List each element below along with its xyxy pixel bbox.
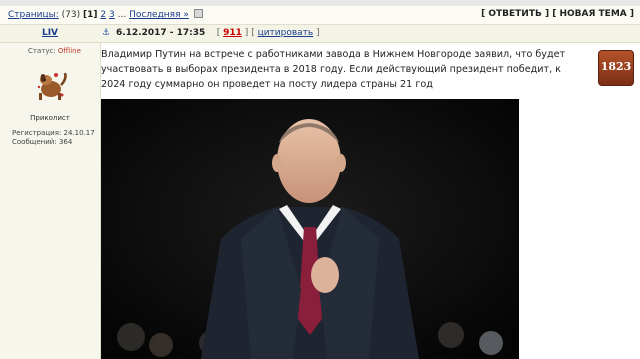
posts-count: 364 <box>58 138 73 146</box>
dog-avatar-icon <box>37 72 67 100</box>
new-topic-button[interactable]: [ НОВАЯ ТЕМА ] <box>552 9 634 19</box>
post-body: Владимир Путин на встрече с работниками … <box>101 43 640 359</box>
badge-number: 1823 <box>600 60 632 73</box>
reg-label: Регистрация: <box>12 129 62 137</box>
post-header: LIV ⚓ 6.12.2017 - 17:35 [ 911 ] [ цитиро… <box>0 25 640 43</box>
page-link-2[interactable]: 2 <box>100 10 106 20</box>
quote-close: ] <box>316 28 320 38</box>
rank-badge: 1823 <box>598 50 634 86</box>
status-label: Статус: <box>28 47 56 55</box>
post-date: 6.12.2017 - 17:35 <box>115 28 206 38</box>
last-page-link[interactable]: Последняя » <box>129 10 189 20</box>
reply-button[interactable]: [ ОТВЕТИТЬ ] <box>481 9 549 19</box>
user-rank: Приколист <box>30 114 70 122</box>
author-name[interactable]: LIV <box>0 28 100 38</box>
post-text: Владимир Путин на встрече с работниками … <box>101 49 566 90</box>
post-number-open: [ <box>216 28 221 38</box>
reg-date: 24.10.17 <box>63 129 95 137</box>
post-number-close: ] <box>244 28 249 38</box>
photo-man-in-suit <box>101 99 519 359</box>
quote-link[interactable]: цитировать <box>258 28 314 38</box>
pages-ellipsis: ... <box>117 10 127 20</box>
pages-label[interactable]: Страницы: <box>8 10 59 20</box>
post-number-link[interactable]: 911 <box>223 28 242 38</box>
pagination-bar: Страницы: (73) [1] 2 3 ... Последняя » [… <box>0 6 640 25</box>
user-info-panel: Статус: Offline Приколист Регистрация: 2… <box>0 43 101 359</box>
posts-label: Сообщений: <box>12 138 57 146</box>
current-page: [1] <box>83 10 98 20</box>
page-link-3[interactable]: 3 <box>109 10 115 20</box>
page-jump-icon[interactable] <box>193 9 203 18</box>
status-value: Offline <box>57 47 81 55</box>
post-meta: ⚓ 6.12.2017 - 17:35 [ 911 ] [ цитировать… <box>102 28 320 38</box>
avatar[interactable] <box>31 65 71 105</box>
post-image <box>101 99 519 359</box>
anchor-icon[interactable]: ⚓ <box>102 28 110 38</box>
user-stats: Регистрация: 24.10.17 Сообщений: 364 <box>12 129 95 147</box>
pages-count: (73) <box>61 10 81 20</box>
user-status: Статус: Offline <box>28 47 81 55</box>
quote-open: [ <box>251 28 255 38</box>
topic-actions: [ ОТВЕТИТЬ ] [ НОВАЯ ТЕМА ] <box>481 9 634 19</box>
pagination: Страницы: (73) [1] 2 3 ... Последняя » <box>8 9 203 20</box>
